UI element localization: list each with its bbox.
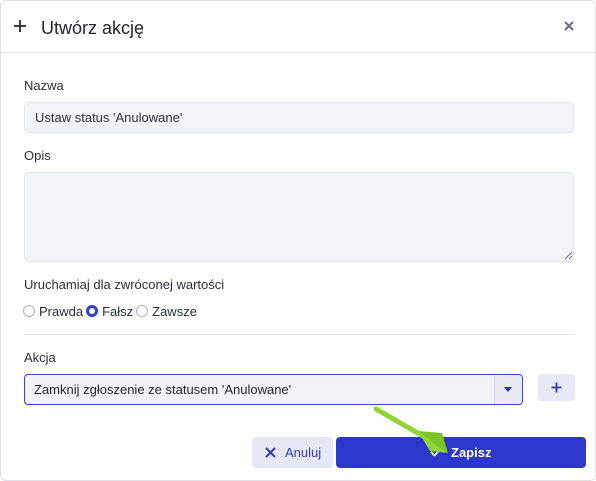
trigger-label: Uruchamiaj dla zwróconej wartości (24, 277, 225, 292)
radio-zawsze[interactable]: Zawsze (136, 304, 197, 319)
dialog-header: Utwórz akcję (1, 1, 595, 53)
radio-label: Prawda (39, 303, 84, 319)
save-label: Zapisz (451, 445, 492, 460)
action-select[interactable]: Zamknij zgłoszenie ze statusem 'Anulowan… (24, 374, 523, 405)
select-toggle[interactable] (494, 375, 522, 404)
radio-label: Fałsz (102, 303, 134, 319)
cancel-button[interactable]: Anuluj (252, 437, 333, 468)
check-icon (430, 447, 442, 457)
dialog-title: Utwórz akcję (41, 18, 145, 38)
radio-prawda[interactable]: Prawda (23, 304, 83, 319)
description-label: Opis (24, 148, 51, 163)
name-input[interactable]: Ustaw status 'Anulowane' (24, 102, 574, 133)
plus-icon (551, 382, 562, 393)
radio-label: Zawsze (152, 303, 197, 319)
trigger-radio-group: Prawda Fałsz Zawsze (23, 303, 200, 319)
radio-falsz[interactable]: Fałsz (86, 304, 133, 319)
chevron-down-icon (504, 387, 512, 392)
section-divider (24, 334, 575, 335)
action-select-value: Zamknij zgłoszenie ze statusem 'Anulowan… (34, 382, 292, 397)
save-button[interactable]: Zapisz (336, 437, 586, 468)
radio-circle[interactable] (23, 305, 35, 317)
radio-circle[interactable] (136, 305, 149, 317)
action-label: Akcja (24, 350, 56, 365)
name-label: Nazwa (24, 78, 64, 93)
description-textarea[interactable] (24, 172, 574, 262)
close-icon (265, 447, 276, 458)
close-icon[interactable] (562, 19, 576, 33)
plus-icon (14, 20, 26, 32)
create-action-dialog: Utwórz akcję Nazwa Ustaw status 'Anulowa… (0, 0, 596, 481)
cancel-label: Anuluj (285, 445, 322, 460)
radio-circle-checked[interactable] (86, 305, 99, 317)
resize-grip-icon[interactable] (564, 251, 573, 260)
add-action-button[interactable] (538, 374, 575, 401)
